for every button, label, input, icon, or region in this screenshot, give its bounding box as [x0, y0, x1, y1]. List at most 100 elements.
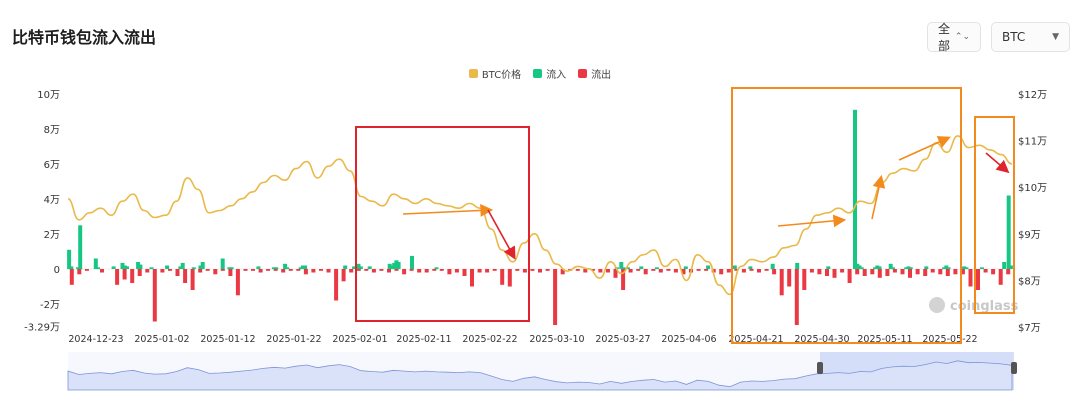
outflow-bar	[349, 269, 354, 273]
flow-bars	[67, 109, 1013, 325]
inflow-bar	[220, 258, 225, 269]
inflow-bar	[853, 109, 857, 270]
trend-arrow	[871, 174, 886, 220]
outflow-bar	[779, 269, 784, 296]
x-tick-label: 2025-01-22	[266, 334, 321, 345]
x-tick-label: 2024-12-23	[68, 334, 123, 345]
outflow-bar	[251, 269, 255, 271]
inflow-bar	[859, 267, 864, 270]
inflow-bar	[138, 264, 143, 269]
inflow-bar	[274, 267, 279, 270]
outflow-bar	[915, 269, 920, 275]
y-right-tick-label: $7万	[1018, 323, 1041, 334]
inflow-bar	[200, 262, 205, 269]
outflow-bar	[809, 269, 814, 273]
inflow-bar	[795, 262, 800, 269]
outflow-bar	[175, 269, 180, 276]
inflow-bar	[69, 266, 74, 269]
highlight-box-red	[355, 126, 530, 322]
outflow-bar	[983, 269, 988, 273]
outflow-bar	[628, 269, 633, 273]
inflow-bar	[1006, 195, 1011, 269]
inflow-bar	[229, 267, 234, 270]
outflow-bar	[69, 269, 74, 285]
outflow-bar	[77, 269, 82, 275]
outflow-bar	[553, 269, 558, 325]
outflow-bar	[258, 269, 263, 273]
outflow-bar	[651, 269, 656, 271]
outflow-bar	[583, 269, 588, 273]
outflow-bar	[870, 269, 875, 275]
coinglass-logo-icon	[929, 297, 945, 313]
inflow-bar	[683, 266, 688, 269]
outflow-bar	[575, 269, 580, 271]
outflow-bar	[908, 269, 912, 278]
outflow-bar	[636, 269, 641, 271]
outflow-bar	[447, 269, 452, 275]
inflow-bar	[890, 267, 895, 270]
outflow-bar	[862, 269, 867, 276]
outflow-bar	[492, 269, 497, 271]
outflow-bar	[205, 269, 210, 271]
outflow-bar	[696, 269, 701, 271]
outflow-bar	[976, 269, 980, 290]
outflow-bar	[213, 269, 218, 275]
navigator-handle	[1011, 362, 1017, 374]
y-left-tick-label: 4万	[44, 195, 60, 206]
outflow-bar	[923, 269, 928, 276]
y-right-tick-label: $11万	[1018, 137, 1047, 148]
outflow-bar	[220, 269, 225, 271]
outflow-bar	[945, 269, 950, 276]
outflow-bar	[243, 269, 248, 271]
outflow-bar	[387, 269, 391, 273]
y-left-tick-label: 0	[54, 265, 60, 276]
outflow-bar	[190, 269, 195, 290]
outflow-bar	[394, 269, 399, 271]
x-tick-label: 2025-02-01	[332, 334, 387, 345]
outflow-bar	[825, 269, 829, 276]
outflow-bar	[515, 269, 520, 271]
outflow-bar	[658, 269, 663, 273]
inflow-bar	[748, 266, 753, 269]
outflow-bar	[817, 269, 822, 275]
outflow-bar	[424, 269, 429, 273]
y-left-tick-label: -3.29万	[24, 323, 60, 334]
inflow-bar	[396, 262, 401, 269]
range-navigator[interactable]	[67, 352, 1017, 391]
inflow-bar	[770, 263, 775, 270]
x-tick-label: 2025-03-10	[529, 334, 584, 345]
outflow-bar	[152, 269, 157, 322]
inflow-bar	[111, 266, 116, 269]
y-left-tick-label: 6万	[44, 160, 60, 171]
outflow-bar	[757, 269, 761, 273]
outflow-bar	[900, 269, 905, 275]
outflow-bar	[666, 269, 671, 271]
outflow-bar	[130, 269, 135, 283]
y-right-tick-label: $12万	[1018, 90, 1047, 101]
outflow-bar	[100, 269, 104, 273]
outflow-bar	[500, 269, 505, 285]
outflow-bar	[477, 269, 482, 273]
trend-arrow	[402, 204, 494, 217]
outflow-bar	[311, 269, 316, 273]
inflow-bar	[434, 267, 439, 270]
outflow-bar	[303, 269, 308, 275]
outflow-bar	[749, 269, 754, 271]
outflow-bar	[485, 269, 490, 273]
flow-chart: 10万 8万 6万 4万 2万 0 -2万 -3.29万 $12万 $11万 $10万 $9万 $8万 $…	[24, 87, 1047, 391]
outflow-bar	[235, 269, 240, 296]
outflow-bar	[160, 269, 165, 273]
inflow-bar	[946, 267, 951, 270]
inflow-bar	[67, 249, 72, 270]
outflow-bar	[930, 269, 935, 273]
inflow-bar	[924, 266, 929, 269]
outflow-bar	[470, 269, 474, 287]
outflow-bar	[462, 269, 467, 276]
outflow-bar	[439, 269, 444, 271]
outflow-bar	[379, 269, 384, 271]
outflow-bar	[168, 269, 172, 271]
y-left-tick-label: -2万	[40, 300, 60, 311]
outflow-bar	[228, 269, 233, 276]
inflow-bar	[979, 267, 984, 270]
outflow-bar	[296, 269, 301, 271]
